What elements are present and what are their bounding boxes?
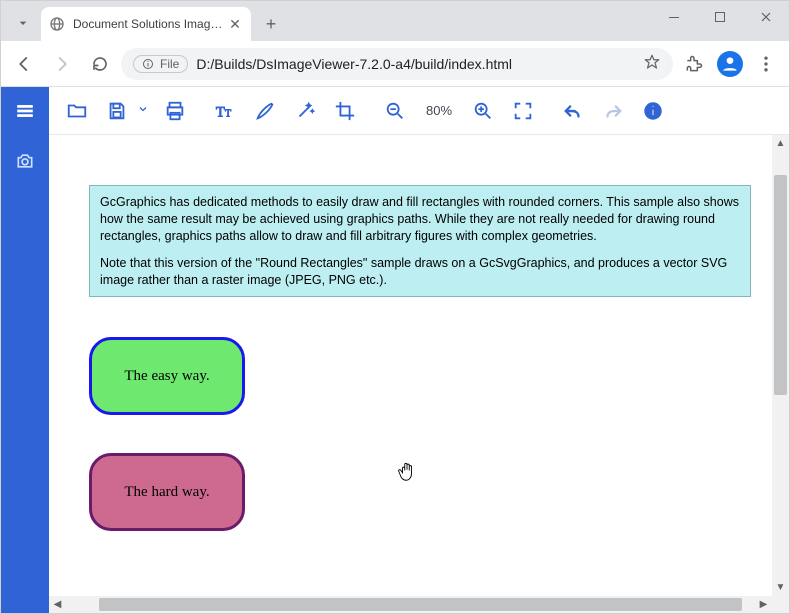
zoom-percent[interactable]: 80% <box>415 103 463 118</box>
profile-button[interactable] <box>713 47 747 81</box>
canvas-area: GcGraphics has dedicated methods to easi… <box>49 135 789 613</box>
print-button[interactable] <box>155 91 195 131</box>
app-body: GcGraphics has dedicated methods to easi… <box>1 135 789 613</box>
zoom-in-button[interactable] <box>463 91 503 131</box>
horizontal-scroll-thumb[interactable] <box>99 598 742 611</box>
app-toolbar: TT 80% <box>1 87 789 135</box>
brush-tool-button[interactable] <box>245 91 285 131</box>
tab-strip: Document Solutions Image Vie ✕ + <box>1 1 789 41</box>
browser-tab[interactable]: Document Solutions Image Vie ✕ <box>41 7 251 41</box>
easy-way-rect: The easy way. <box>89 337 245 415</box>
nav-forward-button[interactable] <box>45 47 79 81</box>
description-box: GcGraphics has dedicated methods to easi… <box>89 185 751 297</box>
bookmark-star-icon[interactable] <box>643 53 661 74</box>
browser-window: Document Solutions Image Vie ✕ + File D:… <box>0 0 790 614</box>
tab-close-button[interactable]: ✕ <box>227 16 243 32</box>
description-paragraph-2: Note that this version of the "Round Rec… <box>100 255 740 289</box>
hard-way-rect: The hard way. <box>89 453 245 531</box>
fullscreen-button[interactable] <box>503 91 543 131</box>
window-minimize-button[interactable] <box>651 1 697 33</box>
menu-button[interactable] <box>1 87 49 135</box>
window-maximize-button[interactable] <box>697 1 743 33</box>
extensions-button[interactable] <box>677 47 711 81</box>
tab-title: Document Solutions Image Vie <box>73 17 227 31</box>
url-file-chip: File <box>133 55 188 73</box>
vertical-scroll-thumb[interactable] <box>774 175 787 395</box>
camera-icon[interactable] <box>5 141 45 181</box>
document-page: GcGraphics has dedicated methods to easi… <box>89 185 751 613</box>
undo-button[interactable] <box>553 91 593 131</box>
tabs-search-button[interactable] <box>9 9 37 37</box>
new-tab-button[interactable]: + <box>257 10 285 38</box>
window-close-button[interactable] <box>743 1 789 33</box>
svg-text:T: T <box>216 104 225 120</box>
scroll-corner <box>772 596 789 613</box>
save-button[interactable] <box>97 91 137 131</box>
scroll-left-arrow[interactable]: ◀ <box>49 596 66 613</box>
svg-text:T: T <box>225 108 231 119</box>
left-sidebar <box>1 135 49 613</box>
nav-reload-button[interactable] <box>83 47 117 81</box>
file-chip-label: File <box>160 57 179 71</box>
open-file-button[interactable] <box>57 91 97 131</box>
horizontal-scrollbar[interactable]: ◀ ▶ <box>49 596 772 613</box>
canvas-scroll[interactable]: GcGraphics has dedicated methods to easi… <box>49 135 789 613</box>
omnibox[interactable]: File D:/Builds/DsImageViewer-7.2.0-a4/bu… <box>121 48 673 80</box>
magic-wand-button[interactable] <box>285 91 325 131</box>
address-bar: File D:/Builds/DsImageViewer-7.2.0-a4/bu… <box>1 41 789 87</box>
nav-back-button[interactable] <box>7 47 41 81</box>
url-text: D:/Builds/DsImageViewer-7.2.0-a4/build/i… <box>196 56 635 72</box>
scroll-down-arrow[interactable]: ▼ <box>772 579 789 596</box>
save-menu-caret[interactable] <box>137 102 155 120</box>
scroll-right-arrow[interactable]: ▶ <box>755 596 772 613</box>
tab-favicon-icon <box>49 16 65 32</box>
easy-way-label: The easy way. <box>124 368 209 385</box>
window-controls <box>651 1 789 41</box>
browser-menu-button[interactable] <box>749 47 783 81</box>
text-tool-button[interactable]: TT <box>205 91 245 131</box>
hard-way-label: The hard way. <box>124 484 209 501</box>
description-paragraph-1: GcGraphics has dedicated methods to easi… <box>100 194 740 245</box>
crop-tool-button[interactable] <box>325 91 365 131</box>
scroll-up-arrow[interactable]: ▲ <box>772 135 789 152</box>
app-viewport: TT 80% GcGraphics has dedica <box>1 87 789 613</box>
zoom-out-button[interactable] <box>375 91 415 131</box>
vertical-scrollbar[interactable]: ▲ ▼ <box>772 135 789 596</box>
about-button[interactable] <box>633 91 673 131</box>
redo-button[interactable] <box>593 91 633 131</box>
